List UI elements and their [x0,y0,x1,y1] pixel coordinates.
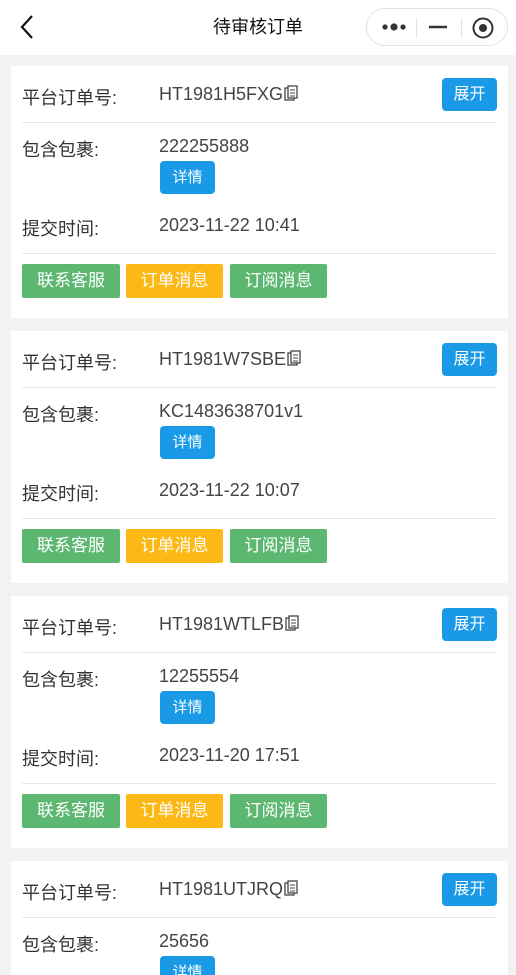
divider [22,783,497,784]
copy-icon[interactable] [284,880,298,896]
submit-time-label: 提交时间: [22,484,100,504]
order-card: 平台订单号: HT1981W7SBE 展开包含包裹: KC1483638701v1 详情… [11,331,508,583]
divider [22,387,497,388]
contact-service-button[interactable]: 联系客服 [22,794,120,828]
order-no-label: 平台订单号: [22,883,118,903]
subscribe-message-button[interactable]: 订阅消息 [230,794,327,828]
order-message-button[interactable]: 订单消息 [126,264,223,298]
contact-service-button[interactable]: 联系客服 [22,529,120,563]
subscribe-message-button[interactable]: 订阅消息 [230,529,327,563]
capsule-divider [461,18,462,38]
expand-button[interactable]: 展开 [442,78,497,111]
submit-time-value: 2023-11-20 17:51 [159,745,300,765]
divider [22,518,497,519]
order-card: 平台订单号: HT1981UTJRQ 展开包含包裹: 25656 详情 [11,861,508,975]
divider [22,122,497,123]
packages-label: 包含包裹: [22,140,100,160]
expand-button[interactable]: 展开 [442,873,497,906]
capsule-divider [416,18,417,38]
divider [22,917,497,918]
order-no-value: HT1981W7SBE [159,349,301,370]
copy-icon[interactable] [284,85,298,101]
order-no-value: HT1981WTLFB [159,614,299,635]
order-message-button[interactable]: 订单消息 [126,794,223,828]
mini-program-capsule [366,8,508,46]
package-value: 222255888 [159,136,250,156]
order-card: 平台订单号: HT1981H5FXG 展开包含包裹: 222255888 详情提交时间:… [11,66,508,318]
contact-service-button[interactable]: 联系客服 [22,264,120,298]
submit-time-label: 提交时间: [22,219,100,239]
detail-button[interactable]: 详情 [160,161,215,194]
detail-button[interactable]: 详情 [160,691,215,724]
copy-icon[interactable] [287,350,301,366]
order-no-value: HT1981UTJRQ [159,879,298,900]
package-value: 25656 [159,931,210,951]
nav-bar: 待审核订单 [0,0,516,55]
detail-button[interactable]: 详情 [160,426,215,459]
package-value: 12255554 [159,666,240,686]
order-no-label: 平台订单号: [22,353,118,373]
target-close-icon[interactable] [471,16,495,40]
submit-time-label: 提交时间: [22,749,100,769]
detail-button[interactable]: 详情 [160,956,215,975]
order-no-label: 平台订单号: [22,88,118,108]
expand-button[interactable]: 展开 [442,343,497,376]
divider [22,652,497,653]
minimize-icon[interactable] [427,17,449,37]
packages-label: 包含包裹: [22,670,100,690]
copy-icon[interactable] [285,615,299,631]
divider [22,253,497,254]
submit-time-value: 2023-11-22 10:07 [159,480,300,500]
order-no-value: HT1981H5FXG [159,84,298,105]
package-value: KC1483638701v1 [159,401,304,421]
packages-label: 包含包裹: [22,405,100,425]
subscribe-message-button[interactable]: 订阅消息 [230,264,327,298]
submit-time-value: 2023-11-22 10:41 [159,215,300,235]
more-dots-icon[interactable] [381,17,407,37]
packages-label: 包含包裹: [22,935,100,955]
order-message-button[interactable]: 订单消息 [126,529,223,563]
expand-button[interactable]: 展开 [442,608,497,641]
order-card: 平台订单号: HT1981WTLFB 展开包含包裹: 12255554 详情提交时间: 2… [11,596,508,848]
order-no-label: 平台订单号: [22,618,118,638]
